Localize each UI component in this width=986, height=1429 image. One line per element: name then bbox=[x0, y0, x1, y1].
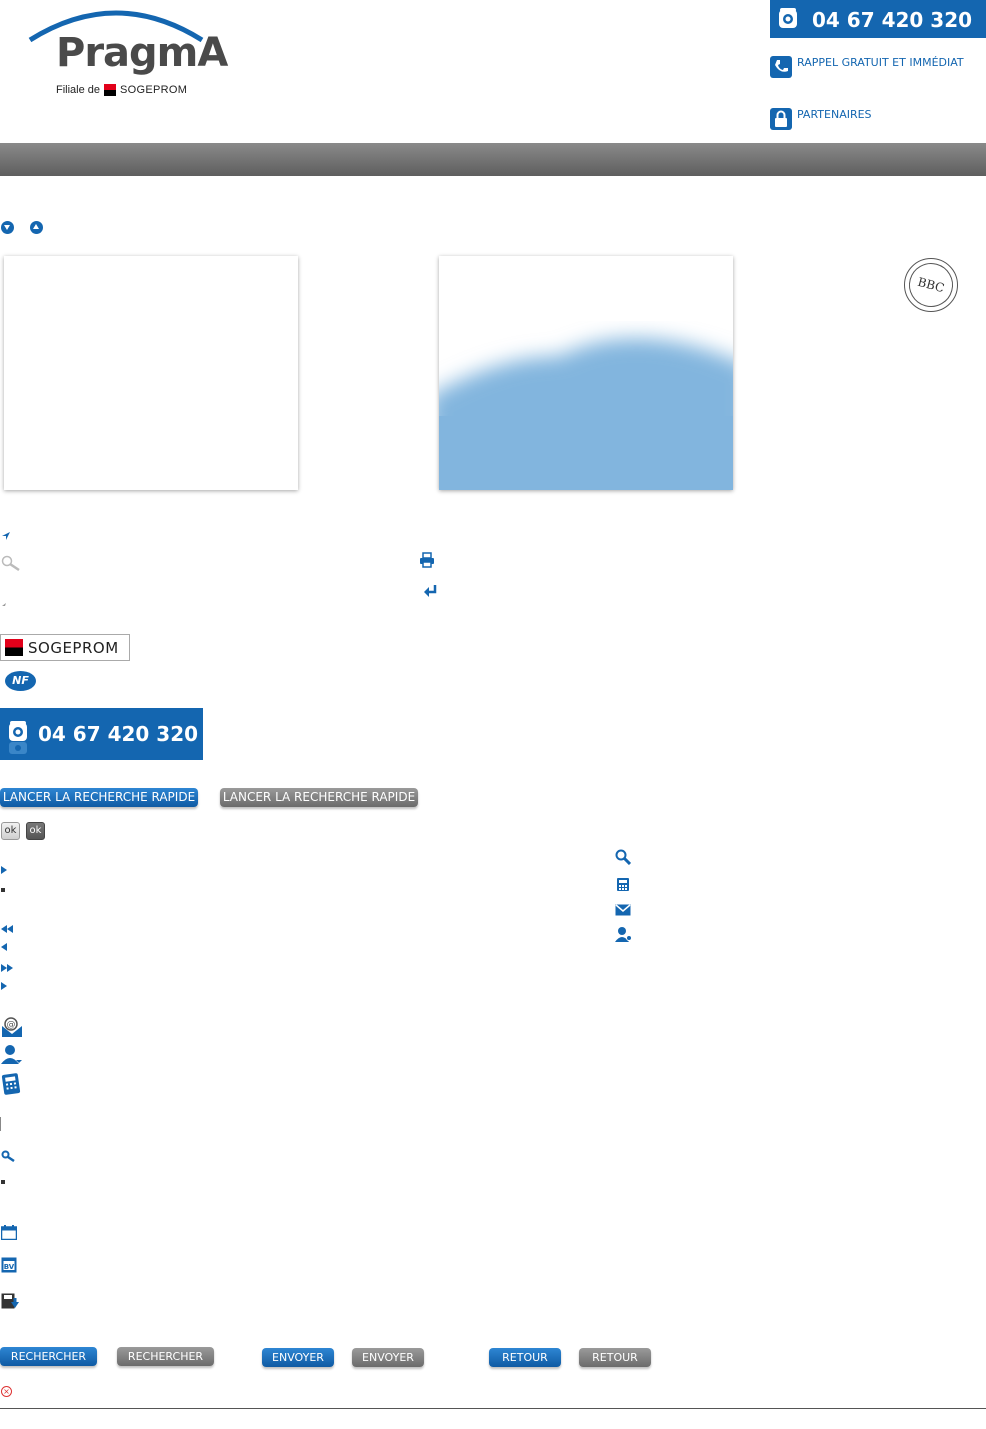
arrow-up-circle-icon[interactable] bbox=[30, 221, 43, 234]
calculator-large-icon[interactable] bbox=[1, 1073, 21, 1095]
quick-search-button-grey[interactable]: LANCER LA RECHERCHE RAPIDE bbox=[220, 788, 418, 807]
small-search-icon[interactable] bbox=[1, 1150, 15, 1162]
logo-text: PragmA bbox=[56, 30, 228, 76]
mail-icon[interactable] bbox=[615, 904, 631, 916]
search-button-grey[interactable]: RECHERCHER bbox=[117, 1347, 214, 1366]
sogeprom-square-icon bbox=[104, 84, 117, 96]
vertical-divider bbox=[0, 1117, 1, 1131]
tiny-arrow-icon bbox=[2, 603, 6, 606]
return-icon[interactable] bbox=[423, 584, 439, 598]
error-icon: × bbox=[1, 1386, 12, 1397]
callback-link[interactable]: RAPPEL GRATUIT ET IMMÉDIAT bbox=[770, 56, 980, 78]
logo-sub-brand: SOGEPROM bbox=[120, 84, 188, 96]
bullet-icon-2 bbox=[1, 1180, 5, 1184]
email-at-icon[interactable]: @ bbox=[1, 1016, 23, 1038]
arrow-down-circle-icon[interactable] bbox=[1, 221, 14, 234]
phone-box-number: 04 67 420 320 bbox=[38, 722, 199, 746]
sogeprom-logo: SOGEPROM bbox=[0, 634, 130, 661]
sogeprom-text: SOGEPROM bbox=[28, 639, 119, 657]
header-phone-number: 04 67 420 320 bbox=[812, 8, 973, 32]
magnifier-icon[interactable] bbox=[1, 555, 21, 571]
bbc-label-text: BBC bbox=[904, 258, 958, 312]
back-button-grey[interactable]: RETOUR bbox=[579, 1348, 651, 1367]
nf-logo: NF bbox=[5, 671, 36, 691]
location-arrow-icon bbox=[2, 532, 10, 540]
search-button-blue[interactable]: RECHERCHER bbox=[0, 1347, 97, 1366]
fast-forward-icon[interactable] bbox=[1, 964, 13, 972]
save-icon[interactable] bbox=[1, 1293, 19, 1311]
handset-icon bbox=[770, 56, 792, 78]
calendar-icon[interactable] bbox=[1, 1225, 17, 1240]
user-icon[interactable] bbox=[615, 926, 633, 942]
logo-subtitle: Filiale de SOGEPROM bbox=[56, 84, 187, 96]
svg-text:BV: BV bbox=[4, 1263, 15, 1271]
partners-label: PARTENAIRES bbox=[797, 108, 872, 121]
photo-frame-left bbox=[4, 256, 298, 490]
sogeprom-square-icon bbox=[5, 639, 23, 656]
search-icon[interactable] bbox=[615, 849, 631, 865]
sky-image bbox=[439, 338, 733, 490]
back-button-blue[interactable]: RETOUR bbox=[489, 1348, 561, 1367]
quick-search-button-blue[interactable]: LANCER LA RECHERCHE RAPIDE bbox=[0, 788, 198, 807]
phone-box[interactable]: 04 67 420 320 bbox=[0, 708, 203, 760]
logo-sub-prefix: Filiale de bbox=[56, 84, 101, 96]
nav-bar bbox=[0, 143, 986, 176]
bbc-label-icon: BBC bbox=[904, 258, 958, 312]
print-icon[interactable] bbox=[419, 552, 435, 568]
previous-icon[interactable] bbox=[1, 943, 7, 951]
callback-label: RAPPEL GRATUIT ET IMMÉDIAT bbox=[797, 56, 964, 69]
partners-link[interactable]: PARTENAIRES bbox=[770, 108, 980, 130]
phone-icon bbox=[9, 721, 27, 754]
send-button-grey[interactable]: ENVOYER bbox=[352, 1348, 424, 1367]
bullet-icon bbox=[1, 888, 5, 892]
ok-button-dark[interactable]: ok bbox=[26, 822, 45, 840]
contact-user-icon[interactable] bbox=[1, 1044, 23, 1064]
svg-text:@: @ bbox=[7, 1020, 16, 1030]
send-button-blue[interactable]: ENVOYER bbox=[262, 1348, 334, 1367]
photo-frame-right bbox=[439, 256, 733, 490]
lock-icon bbox=[770, 108, 792, 130]
phone-icon bbox=[779, 8, 797, 28]
rewind-icon[interactable] bbox=[1, 925, 13, 933]
header-phone[interactable]: 04 67 420 320 bbox=[770, 0, 986, 38]
ok-button-light[interactable]: ok bbox=[1, 822, 20, 840]
calculator-icon[interactable] bbox=[616, 877, 630, 892]
bv-label-icon: BV bbox=[1, 1257, 17, 1273]
footer-divider bbox=[0, 1408, 986, 1409]
play-right-icon bbox=[1, 866, 7, 874]
next-icon[interactable] bbox=[1, 982, 7, 990]
